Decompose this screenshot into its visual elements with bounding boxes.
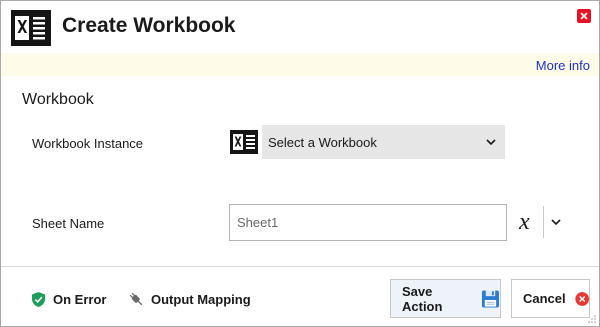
cancel-label: Cancel (523, 291, 566, 306)
sheet-name-label: Sheet Name (32, 216, 105, 231)
save-action-label: Save Action (402, 283, 443, 314)
plug-icon (129, 292, 143, 306)
sheet-name-input[interactable] (229, 204, 507, 241)
excel-icon (230, 130, 258, 154)
create-workbook-dialog: Create Workbook More info Workbook Workb… (0, 0, 600, 327)
section-title: Workbook (22, 91, 94, 108)
resize-grip-icon[interactable] (587, 314, 597, 324)
cancel-circle-icon (574, 291, 589, 306)
on-error-label: On Error (53, 292, 107, 307)
more-info-link[interactable]: More info (536, 58, 590, 73)
divider (543, 206, 544, 238)
dialog-title: Create Workbook (62, 14, 236, 37)
workbook-select[interactable]: Select a Workbook (262, 125, 505, 159)
dialog-header: Create Workbook (1, 1, 599, 53)
chevron-down-icon (486, 139, 496, 146)
excel-icon (11, 10, 51, 46)
shield-check-icon (32, 292, 45, 307)
output-mapping-label: Output Mapping (151, 292, 251, 307)
cancel-button[interactable]: Cancel (511, 279, 590, 318)
info-bar: More info (1, 53, 599, 76)
chevron-down-icon[interactable] (550, 216, 562, 228)
floppy-disk-icon (481, 289, 500, 308)
variable-button[interactable]: x (519, 209, 539, 235)
dialog-footer: On Error Output Mapping Save Action Canc… (1, 266, 599, 326)
save-action-button[interactable]: Save Action (390, 279, 501, 318)
output-mapping-link[interactable]: Output Mapping (128, 291, 251, 308)
close-button[interactable] (577, 9, 591, 23)
workbook-instance-label: Workbook Instance (32, 136, 144, 151)
close-icon (580, 12, 588, 20)
on-error-link[interactable]: On Error (30, 291, 106, 308)
workbook-select-value: Select a Workbook (268, 135, 377, 150)
